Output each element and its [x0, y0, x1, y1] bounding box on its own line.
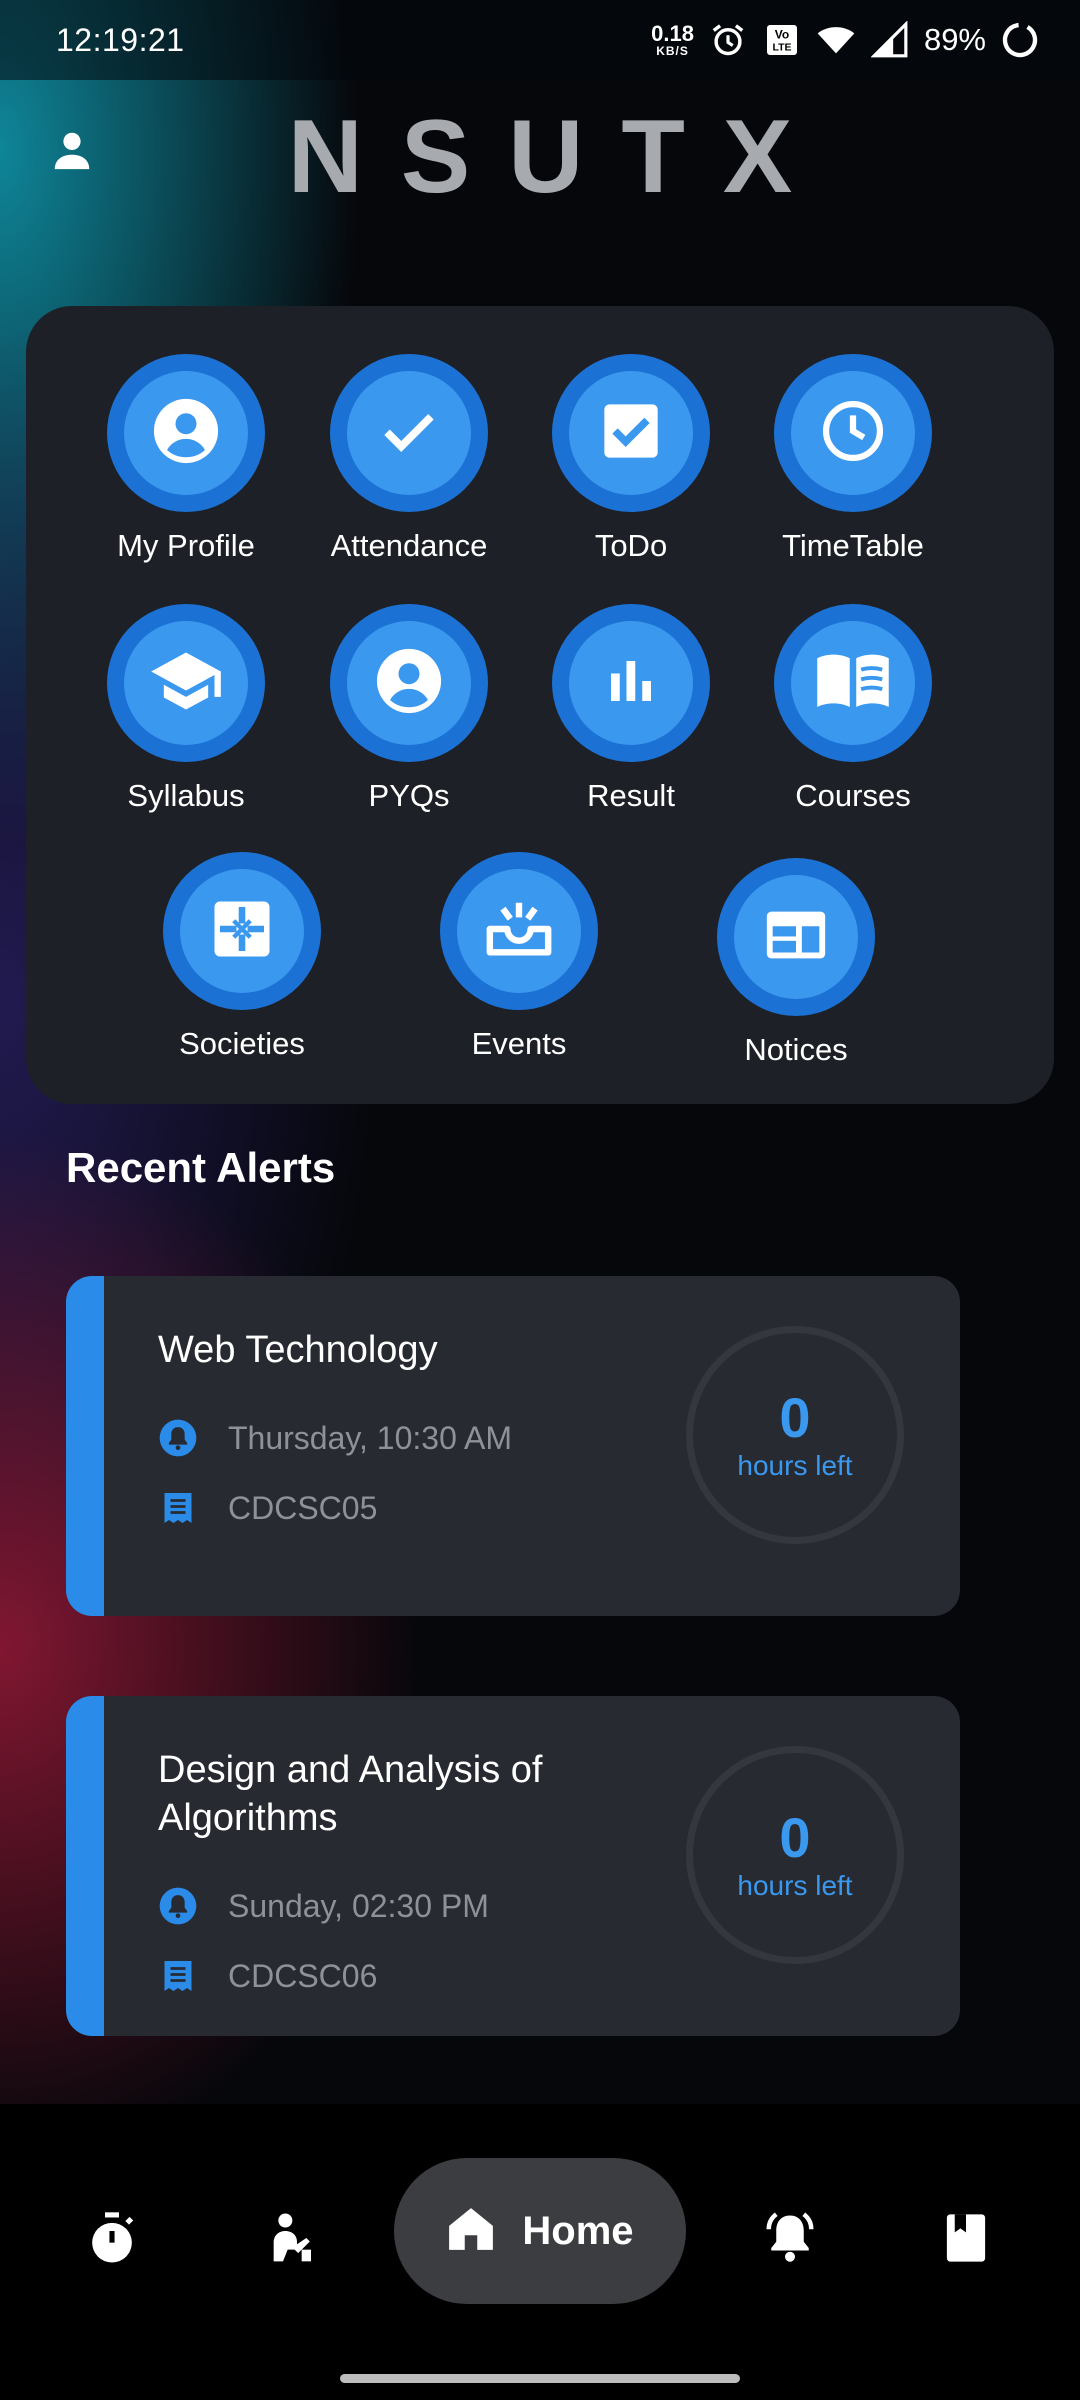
nav-attendance[interactable] [250, 2200, 330, 2280]
societies-icon [209, 896, 275, 967]
battery-percent: 89% [923, 22, 986, 57]
alert-time: Thursday, 10:30 AM [228, 1419, 512, 1456]
home-icon [446, 2204, 496, 2259]
net-speed: 0.18 KB/S [651, 21, 694, 58]
bell-icon [158, 1886, 198, 1926]
net-speed-unit: KB/S [656, 44, 689, 58]
tile-label: PYQs [368, 778, 450, 813]
alert-code: CDCSC05 [228, 1489, 378, 1526]
tile-my-profile[interactable]: My Profile [86, 354, 286, 564]
hours-left-value: 0 [779, 1386, 811, 1449]
hours-left-label: hours left [737, 1450, 853, 1481]
receipt-icon [158, 1488, 198, 1528]
status-icons: 0.18 KB/S Vo LTE 89% [651, 20, 1040, 60]
web-panel-icon [761, 900, 831, 975]
tile-societies[interactable]: Societies [142, 852, 342, 1062]
tile-result[interactable]: Result [531, 604, 731, 814]
alert-accent-bar [66, 1696, 104, 2036]
tile-courses[interactable]: Courses [753, 604, 953, 814]
person-study-icon [262, 2210, 318, 2271]
receipt-icon [158, 1956, 198, 1996]
nav-bookmarks[interactable] [926, 2200, 1006, 2280]
nav-timer[interactable] [72, 2200, 152, 2280]
open-book-icon [814, 642, 892, 725]
alert-code-row: CDCSC06 [158, 1956, 377, 1996]
gesture-bar[interactable] [340, 2374, 740, 2383]
bar-chart-icon [601, 651, 661, 716]
svg-text:LTE: LTE [772, 42, 791, 54]
svg-text:Vo: Vo [775, 28, 789, 42]
tile-events[interactable]: Events [419, 852, 619, 1062]
net-speed-value: 0.18 [651, 21, 694, 46]
alarm-icon [708, 20, 748, 60]
bookmark-book-icon [939, 2211, 993, 2270]
check-icon [378, 400, 440, 467]
tile-label: ToDo [594, 528, 668, 563]
nav-notifications[interactable] [750, 2200, 830, 2280]
alert-card[interactable]: Design and Analysis of Algorithms Sunday… [66, 1696, 960, 2036]
alert-time-row: Sunday, 02:30 PM [158, 1886, 489, 1926]
tile-label: Attendance [330, 528, 488, 563]
clock-icon [819, 397, 887, 470]
tile-label: Courses [795, 778, 911, 813]
inbox-sparkle-icon [484, 894, 554, 969]
account-circle-icon [374, 646, 444, 721]
tile-label: Notices [744, 1032, 848, 1067]
alert-time: Sunday, 02:30 PM [228, 1887, 489, 1924]
hours-left-ring: 0 hours left [686, 1326, 904, 1544]
hours-left-ring: 0 hours left [686, 1746, 904, 1964]
volte-icon: Vo LTE [762, 20, 802, 60]
tile-label: Events [471, 1026, 567, 1061]
status-bar: 12:19:21 0.18 KB/S Vo LTE 89% [0, 0, 1080, 80]
signal-icon [870, 20, 910, 60]
alert-time-row: Thursday, 10:30 AM [158, 1418, 512, 1458]
nav-home[interactable]: Home [394, 2158, 686, 2304]
status-time: 12:19:21 [56, 21, 185, 58]
alert-subject: Design and Analysis of Algorithms [158, 1749, 543, 1839]
alert-card[interactable]: Web Technology Thursday, 10:30 AM CDCSC0… [66, 1276, 960, 1616]
battery-ring-icon [1000, 20, 1040, 60]
tile-attendance[interactable]: Attendance [309, 354, 509, 564]
app-title: NSUTX [287, 99, 831, 215]
hours-left-value: 0 [779, 1806, 811, 1869]
graduation-cap-icon [148, 643, 224, 724]
account-circle-icon [151, 396, 221, 471]
tile-label: My Profile [117, 528, 255, 563]
checkbox-icon [599, 399, 663, 468]
app-header: NSUTX [0, 80, 1080, 220]
tile-label: Syllabus [127, 778, 245, 813]
tile-pyqs[interactable]: PYQs [309, 604, 509, 814]
tile-todo[interactable]: ToDo [531, 354, 731, 564]
alert-subject: Web Technology [158, 1329, 438, 1371]
tile-label: TimeTable [782, 528, 924, 563]
bell-ring-icon [760, 2208, 820, 2273]
feature-grid: My Profile Attendance ToDo TimeTable Syl… [26, 306, 1054, 1104]
alert-accent-bar [66, 1276, 104, 1616]
tile-label: Result [587, 778, 675, 813]
hours-left-label: hours left [737, 1870, 853, 1901]
section-title-recent-alerts: Recent Alerts [66, 1144, 336, 1191]
wifi-icon [816, 20, 856, 60]
alert-code-row: CDCSC05 [158, 1488, 377, 1528]
bell-icon [158, 1418, 198, 1458]
nav-home-label: Home [522, 2208, 634, 2253]
tile-timetable[interactable]: TimeTable [753, 354, 953, 564]
timer-icon [84, 2210, 140, 2271]
tile-notices[interactable]: Notices [696, 858, 896, 1068]
tile-label: Societies [179, 1026, 305, 1061]
alert-code: CDCSC06 [228, 1957, 378, 1994]
tile-syllabus[interactable]: Syllabus [86, 604, 286, 814]
